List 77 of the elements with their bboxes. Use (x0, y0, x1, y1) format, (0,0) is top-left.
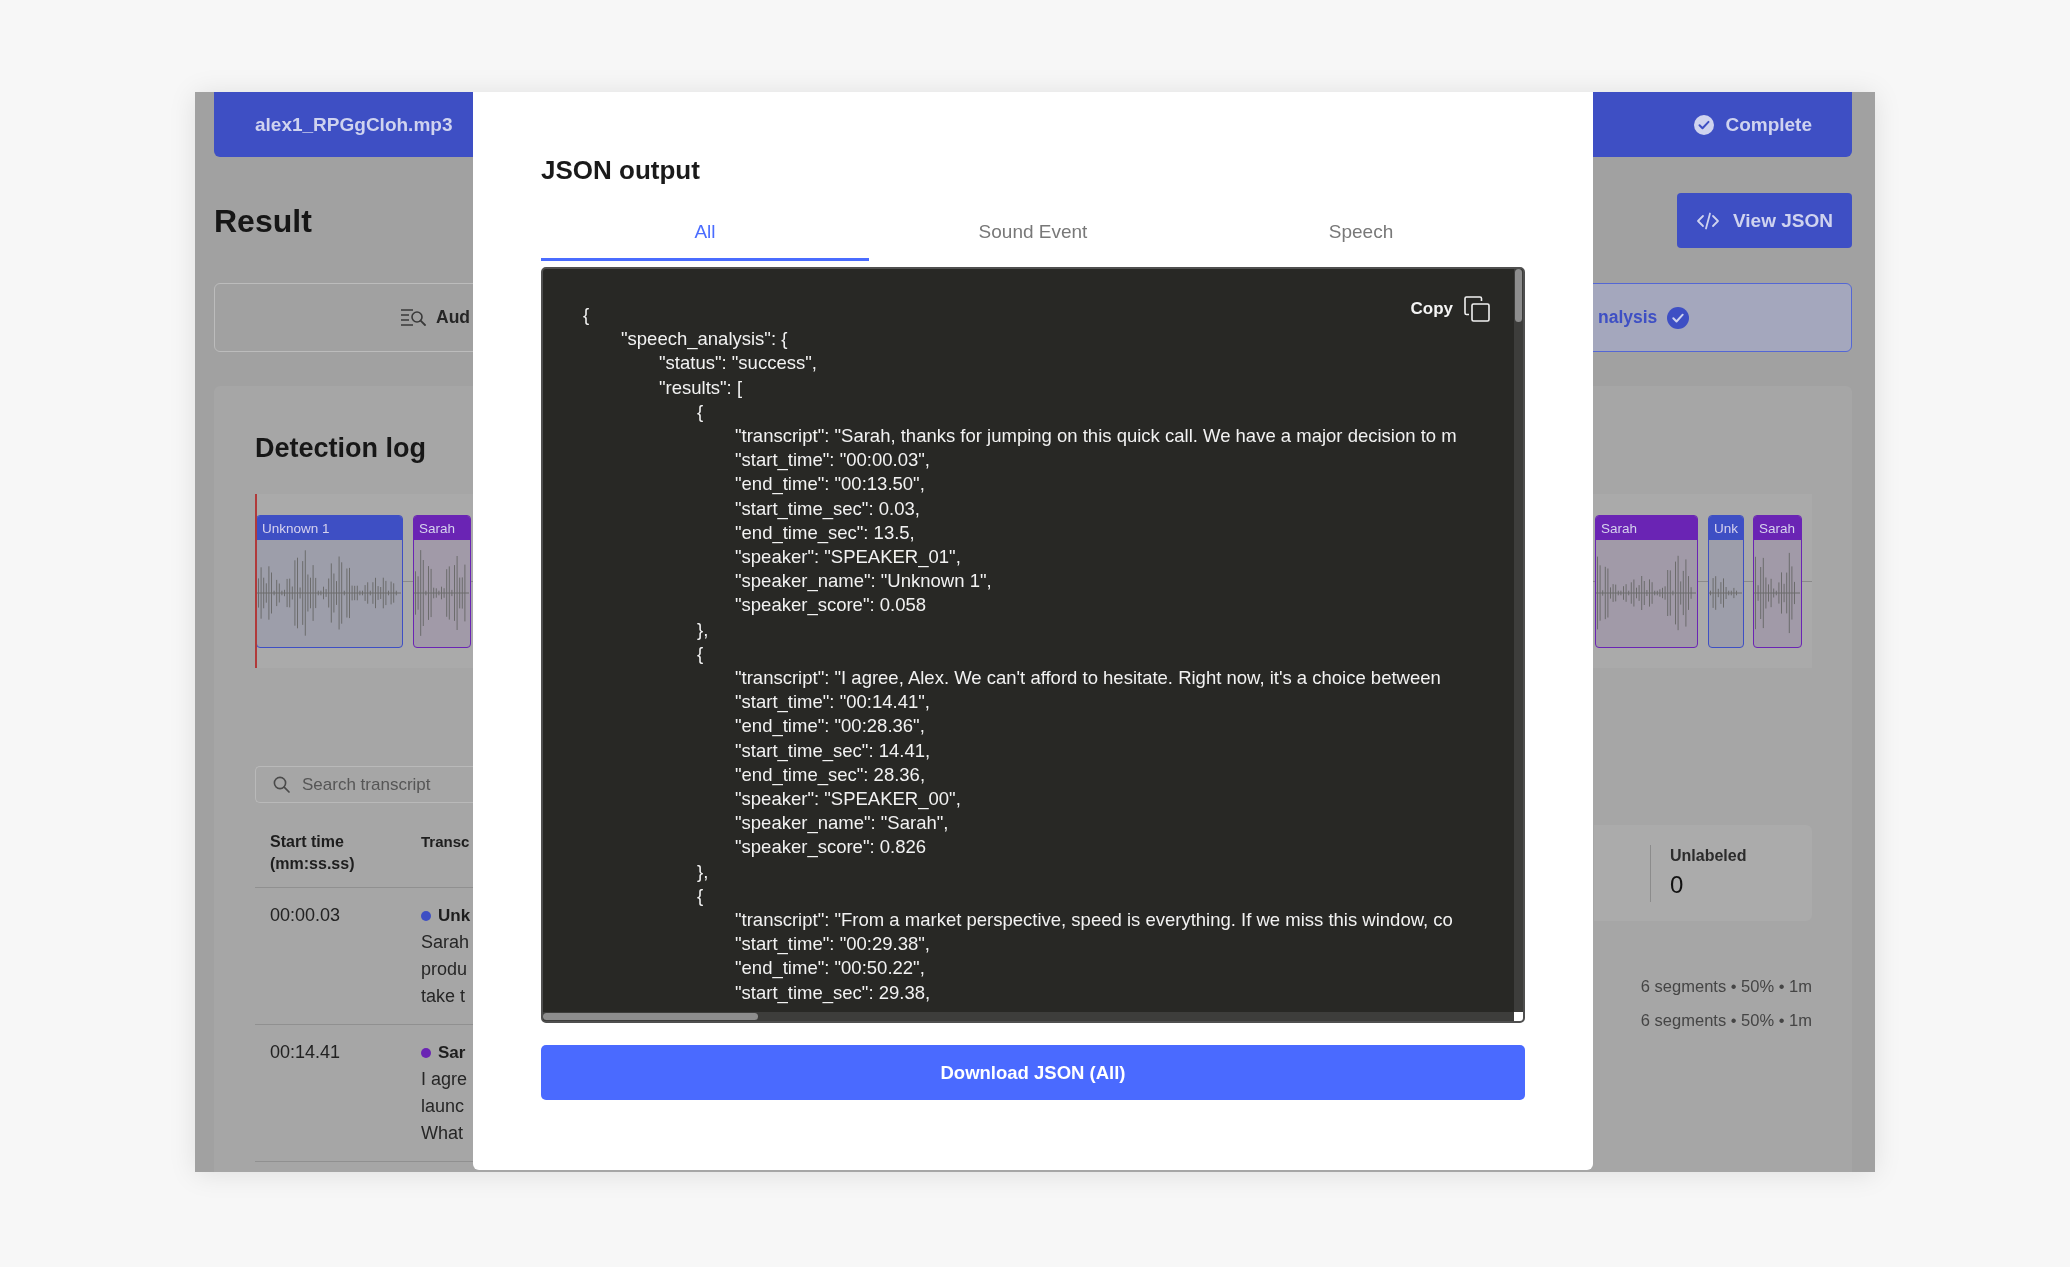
code-line: "speaker_name": "Sarah", (735, 811, 949, 836)
audio-segment[interactable]: Unk (1708, 515, 1744, 648)
code-line: "transcript": "From a market perspective, speed is everything. If we miss this window, co (735, 908, 1453, 933)
list-search-icon (400, 306, 426, 329)
transcript-line: launc (421, 1095, 465, 1118)
code-line: "start_time": "00:29.38", (735, 932, 930, 957)
code-line: }, (697, 617, 709, 642)
output-tab[interactable]: All (541, 205, 869, 261)
segment-label: Sarah (1596, 516, 1697, 540)
page-heading: Result (214, 201, 312, 241)
transcript-line: I agre (421, 1068, 468, 1091)
scrollbar-thumb[interactable] (1515, 269, 1522, 322)
file-name: alex1_RPGgCloh.mp3 (255, 113, 453, 136)
segment-label: Sarah (414, 516, 470, 540)
code-line: "speaker": "SPEAKER_01", (735, 545, 961, 570)
audio-segment[interactable]: Sarah (413, 515, 471, 648)
copy-icon (1464, 296, 1490, 322)
transcript-line: What (421, 1122, 463, 1145)
segment-label: Sarah (1754, 516, 1801, 540)
code-line: "speaker_score": 0.826 (735, 835, 927, 860)
code-line: { (583, 303, 590, 327)
code-line: "transcript": "I agree, Alex. We can't afford to hesitate. Right now, it's a choice between (735, 666, 1441, 691)
code-line: { (697, 883, 704, 908)
code-line: "start_time_sec": 0.03, (735, 496, 920, 521)
transcript-line: take t (421, 985, 466, 1008)
column-header: Transc (421, 832, 471, 852)
code-icon (1696, 211, 1720, 230)
column-header: Start time (mm:ss.ss) (269, 832, 356, 874)
search-field[interactable]: Search transcript (255, 766, 473, 803)
search-icon (273, 776, 290, 793)
audio-segment[interactable]: Unknown 1 (256, 515, 403, 648)
output-tab[interactable]: Sound Event (869, 205, 1197, 261)
copy-button[interactable]: Copy (1410, 296, 1490, 322)
code-line: "end_time": "00:50.22", (735, 956, 925, 981)
code-line: "start_time_sec": 29.38, (735, 980, 931, 1005)
stat-value: 0 (1670, 871, 1685, 899)
code-line: "end_time": "00:13.50", (735, 472, 925, 497)
speaker-name: Unk (438, 905, 471, 926)
code-line: "speech_analysis": { (621, 327, 788, 352)
scrollbar-thumb[interactable] (543, 1013, 758, 1020)
section-title: Detection log (255, 432, 426, 465)
code-line: "status": "success", (659, 351, 817, 376)
segment-summary: 6 segments • 50% • 1m (1640, 976, 1812, 997)
code-line: "speaker_score": 0.058 (735, 593, 927, 618)
code-line: "transcript": "Sarah, thanks for jumping on this quick call. We have a major decision to m (735, 424, 1457, 448)
output-tab[interactable]: Speech (1197, 205, 1525, 261)
check-circle-icon (1694, 114, 1715, 135)
segment-label: Unknown 1 (257, 516, 402, 540)
speaker-name: Sar (438, 1042, 466, 1063)
transcript-line: produ (421, 958, 468, 981)
code-line: "results": [ (659, 375, 743, 400)
code-line: }, (697, 859, 709, 884)
code-line: "end_time_sec": 28.36, (735, 762, 926, 788)
audio-segment[interactable]: Sarah (1595, 515, 1698, 648)
code-line: "speaker_name": "Unknown 1", (735, 569, 992, 594)
segment-summary: 6 segments • 50% • 1m (1640, 1010, 1812, 1031)
scrollbar-corner (1514, 1012, 1523, 1021)
download-button[interactable]: Download JSON (All) (541, 1045, 1525, 1100)
code-line: "start_time": "00:00.03", (735, 448, 930, 473)
segment-label: Unk (1709, 516, 1743, 540)
view-json-button[interactable]: View JSON (1677, 193, 1852, 248)
code-line: { (697, 641, 704, 666)
modal-title: JSON output (541, 154, 700, 186)
start-time-cell-text: 00:14.41 (269, 1041, 342, 1064)
playhead-line[interactable] (255, 494, 257, 668)
code-line: "start_time_sec": 14.41, (735, 738, 931, 763)
code-line: "speaker": "SPEAKER_00", (735, 787, 961, 812)
stat-label: Unlabeled (1670, 847, 1747, 865)
check-circle-icon (1667, 306, 1690, 329)
code-line: "end_time_sec": 13.5, (735, 520, 915, 546)
transcript-line: Sarah (421, 931, 470, 954)
status-label: Complete (1725, 113, 1812, 136)
code-line: "end_time": "00:28.36", (735, 714, 925, 739)
audio-segment[interactable]: Sarah (1753, 515, 1802, 648)
code-line: { (697, 399, 704, 424)
start-time-cell-text: 00:00.03 (269, 904, 342, 927)
code-line: "start_time": "00:14.41", (735, 690, 930, 715)
